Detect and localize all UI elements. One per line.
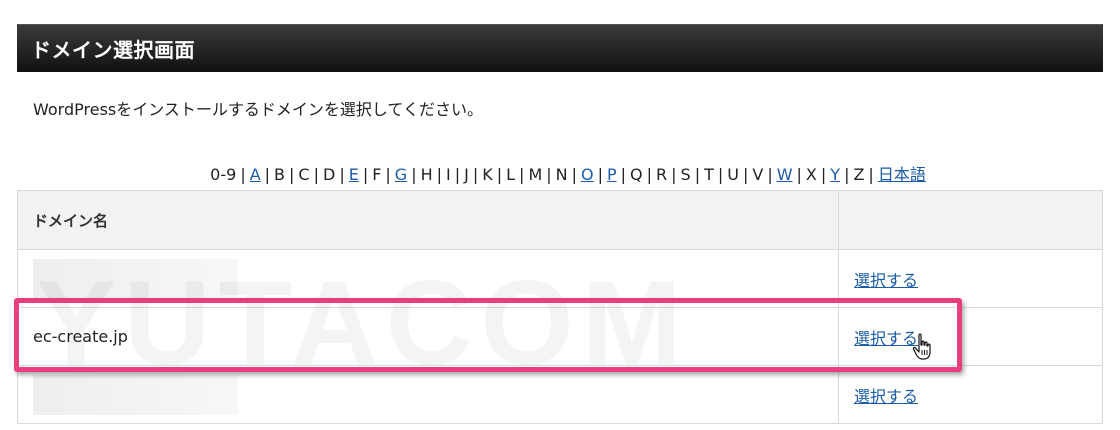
domain-cell: ec-create.jp <box>17 307 839 366</box>
alpha-filter-label-X: X <box>805 165 817 184</box>
alpha-separator: | <box>472 165 479 184</box>
table-row: 選択する <box>17 365 1103 424</box>
alpha-filter-label-0-9: 0-9 <box>210 165 237 184</box>
alpha-filter-link-A[interactable]: A <box>250 165 261 184</box>
select-domain-link[interactable]: 選択する <box>854 271 918 290</box>
alpha-filter-link-W[interactable]: W <box>777 165 793 184</box>
table-row: 選択する <box>17 249 1103 308</box>
alpha-filter-link-G[interactable]: G <box>395 165 407 184</box>
alpha-filter-label-V: V <box>752 165 764 184</box>
alpha-separator: | <box>436 165 443 184</box>
action-cell: 選択する <box>838 365 1103 424</box>
alpha-separator: | <box>767 165 773 184</box>
alpha-separator: | <box>597 165 603 184</box>
alpha-filter-label-M: M <box>528 165 543 184</box>
redacted-domain <box>33 258 238 299</box>
alpha-filter-link-Y[interactable]: Y <box>830 165 840 184</box>
alpha-separator: | <box>264 165 271 184</box>
alpha-filter-label-K: K <box>482 165 493 184</box>
alpha-separator: | <box>339 165 345 184</box>
alpha-filter-link-O[interactable]: O <box>581 165 594 184</box>
alpha-separator: | <box>496 165 503 184</box>
alpha-separator: | <box>289 165 295 184</box>
alpha-separator: | <box>620 165 627 184</box>
alpha-filter-link-E[interactable]: E <box>349 165 359 184</box>
alpha-separator: | <box>646 165 653 184</box>
alpha-separator: | <box>820 165 827 184</box>
action-cell: 選択する <box>838 307 1103 366</box>
instruction-text: WordPressをインストールするドメインを選択してください。 <box>33 100 483 119</box>
alpha-separator: | <box>240 165 246 184</box>
alpha-filter-label-C: C <box>298 165 310 184</box>
alpha-separator: | <box>385 165 391 184</box>
alpha-separator: | <box>717 165 724 184</box>
alpha-filter-label-L: L <box>506 165 516 184</box>
alpha-filter-label-T: T <box>704 165 714 184</box>
alpha-separator: | <box>571 165 577 184</box>
alpha-filter-label-R: R <box>656 165 668 184</box>
alpha-separator: | <box>362 165 369 184</box>
page-title: ドメイン選択画面 <box>31 38 195 62</box>
alpha-filter-label-Z: Z <box>853 165 865 184</box>
alpha-filter-label-S: S <box>680 165 691 184</box>
select-domain-link[interactable]: 選択する <box>854 329 918 348</box>
table-row: ec-create.jp 選択する <box>17 307 1103 366</box>
alpha-separator: | <box>844 165 850 184</box>
alpha-separator: | <box>868 165 874 184</box>
alpha-filter-label-H: H <box>420 165 433 184</box>
column-header-action <box>838 190 1103 250</box>
domain-cell <box>17 249 839 308</box>
redacted-domain <box>33 374 238 415</box>
table-header-row: ドメイン名 <box>17 190 1103 250</box>
alpha-filter-label-D: D <box>322 165 336 184</box>
domain-cell <box>17 365 839 424</box>
alpha-filter-label-U: U <box>727 165 739 184</box>
alpha-separator: | <box>671 165 677 184</box>
alpha-separator: | <box>796 165 802 184</box>
alpha-separator: | <box>411 165 417 184</box>
alpha-separator: | <box>694 165 701 184</box>
alpha-filter-label-Q: Q <box>630 165 643 184</box>
alpha-separator: | <box>454 165 461 184</box>
alpha-separator: | <box>313 165 319 184</box>
alphabet-filter-nav: 0-9 | A | B | C | D | E | F | G | H | I | J | K | L | M | N | O | P | Q | R |… <box>0 161 1120 185</box>
alpha-separator: | <box>742 165 749 184</box>
alpha-separator: | <box>519 165 525 184</box>
alpha-filter-label-N: N <box>555 165 568 184</box>
alpha-filter-link-P[interactable]: P <box>607 165 617 184</box>
page-title-bar: ドメイン選択画面 <box>17 24 1103 72</box>
alpha-filter-link-日本語[interactable]: 日本語 <box>878 165 926 184</box>
select-domain-link[interactable]: 選択する <box>854 387 918 406</box>
alpha-separator: | <box>546 165 552 184</box>
column-header-domain-name: ドメイン名 <box>17 190 839 250</box>
domain-table: ドメイン名 選択する ec-create.jp 選択する 選択する <box>17 190 1103 424</box>
alpha-filter-label-B: B <box>274 165 286 184</box>
action-cell: 選択する <box>838 249 1103 308</box>
